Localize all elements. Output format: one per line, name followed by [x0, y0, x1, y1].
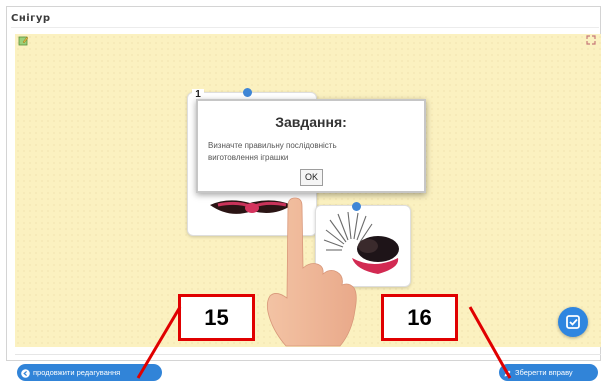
card-2-handle[interactable] — [352, 202, 361, 211]
dialog-text: Визначте правильну послідовність виготов… — [208, 141, 337, 162]
callout-15: 15 — [178, 294, 255, 341]
continue-editing-label: продовжити редагування — [33, 368, 121, 377]
fullscreen-icon[interactable] — [586, 35, 596, 45]
card-1-handle[interactable] — [243, 88, 252, 97]
callout-16: 16 — [381, 294, 458, 341]
exercise-title: Снігур — [11, 13, 51, 24]
check-button[interactable] — [558, 307, 588, 337]
check-icon — [566, 315, 580, 329]
continue-editing-button[interactable]: продовжити редагування — [17, 364, 162, 381]
arrow-left-icon — [21, 368, 30, 378]
dialog-title: Завдання: — [275, 114, 347, 130]
edit-icon[interactable] — [18, 35, 29, 46]
pencil-icon — [504, 370, 511, 377]
save-exercise-label: Зберегти вправу — [515, 368, 573, 377]
save-exercise-button[interactable]: Зберегти вправу — [499, 364, 598, 381]
sequence-card-2[interactable] — [315, 205, 411, 287]
ok-button[interactable]: OK — [300, 169, 323, 186]
title-divider — [11, 27, 599, 28]
footer-divider — [15, 354, 601, 355]
card-2-image — [323, 211, 399, 274]
